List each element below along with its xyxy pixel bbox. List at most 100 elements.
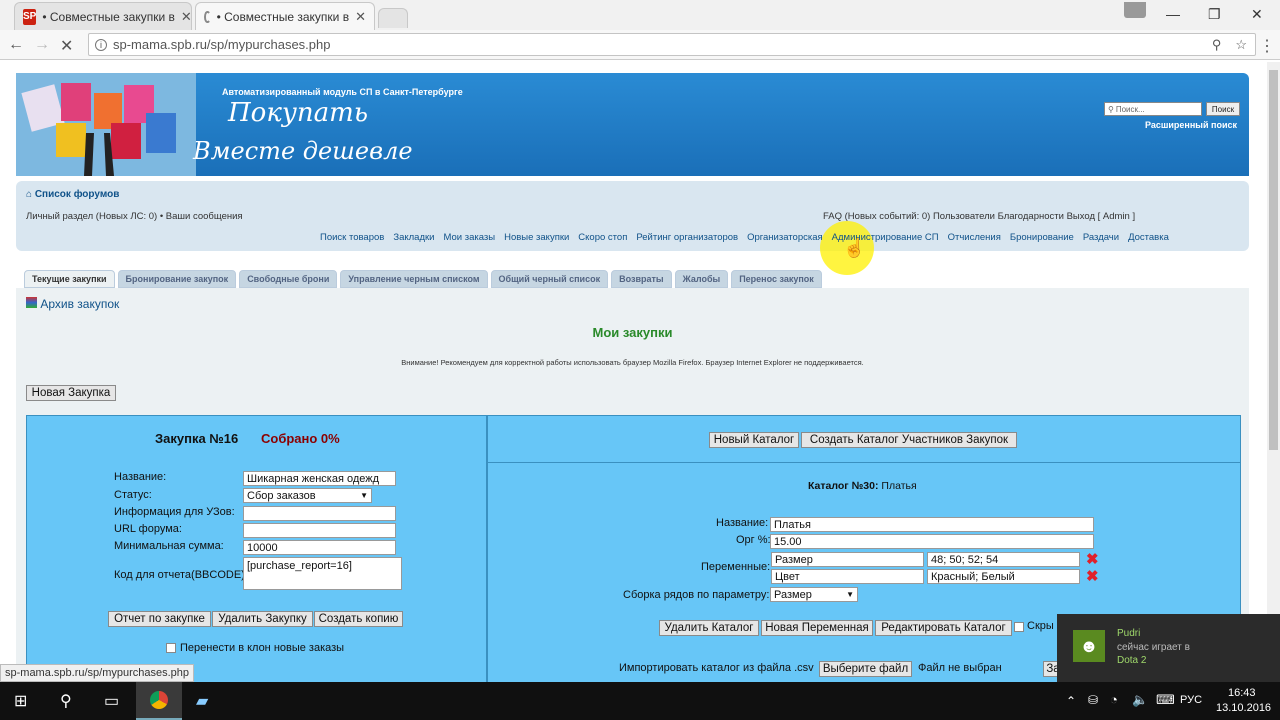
choose-file-button[interactable]: Выберите файл [819,661,912,677]
clone-checkbox-label: Перенести в клон новые заказы [180,642,345,654]
browser-tab-2[interactable]: • Совместные закупки в ✕ [195,2,375,30]
profile-icon[interactable] [1124,2,1146,18]
clone-checkbox[interactable] [166,643,176,653]
catalog-heading: Каталог №30: Платья [808,480,917,492]
nav-link-soon-stop[interactable]: Скоро стоп [578,232,627,243]
user-menu-links[interactable]: FAQ (Новых событий: 0) Пользователи Благ… [823,211,1135,222]
tab-complaints[interactable]: Жалобы [674,270,729,288]
nav-link-distribution[interactable]: Раздачи [1083,232,1119,243]
app-icon[interactable]: ▰ [196,691,208,711]
task-view-icon[interactable]: ▭ [104,691,119,711]
volume-icon[interactable]: 🔈 [1132,692,1148,708]
catalog-name-heading: Платья [881,480,917,492]
forum-list-label: Список форумов [34,189,120,200]
delete-catalog-button[interactable]: Удалить Каталог [659,620,759,636]
catalog-name-input[interactable]: Платья [770,517,1094,532]
game-notification[interactable]: ☻ Pudri сейчас играет в Dota 2 [1057,614,1280,682]
logo-line-2: Вместе дешевле [193,137,413,165]
tab-booking-purchases[interactable]: Бронирование закупок [117,270,237,288]
tab-2-label: • Совместные закупки в [216,9,350,24]
tab-blacklist-manage[interactable]: Управление черным списком [340,270,488,288]
variable-1-values-input[interactable]: 48; 50; 52; 54 [927,552,1080,567]
tray-arrow-icon[interactable]: ⌃ [1066,694,1076,708]
create-copy-button[interactable]: Создать копию [314,611,403,627]
tab-returns[interactable]: Возвраты [611,270,672,288]
language-indicator[interactable]: РУС [1180,694,1202,706]
purchase-report-button[interactable]: Отчет по закупке [108,611,211,627]
star-icon[interactable]: ☆ [1235,37,1247,53]
search-icon: ⚲ [1108,104,1114,114]
url-field[interactable]: i sp-mama.spb.ru/sp/mypurchases.php ⚲ ☆ [88,33,1256,56]
scrollbar-thumb[interactable] [1269,70,1278,450]
hide-checkbox[interactable] [1014,622,1024,632]
tab-common-blacklist[interactable]: Общий черный список [490,270,609,288]
rows-param-select[interactable]: Размер ▼ [770,587,858,602]
tab-current-purchases[interactable]: Текущие закупки [24,270,115,288]
menu-icon[interactable]: ⋮ [1259,36,1275,56]
delete-purchase-button[interactable]: Удалить Закупку [212,611,313,627]
variable-2-values-input[interactable]: Красный; Белый [927,569,1080,584]
windows-start-icon[interactable]: ⊞ [14,691,27,711]
nav-link-organizers[interactable]: Организаторская [747,232,823,243]
org-percent-label: Орг %: [736,534,771,546]
new-tab-button[interactable] [378,8,408,28]
tab-transfer-purchases[interactable]: Перенос закупок [731,270,822,288]
hand-cursor-icon: ☝ [843,238,866,258]
browser-tab-strip [0,0,1280,30]
info-input[interactable] [243,506,396,521]
status-value: Сбор заказов [247,489,316,502]
forward-icon[interactable]: → [34,36,50,54]
new-variable-button[interactable]: Новая Переменная [761,620,873,636]
variable-1-name-input[interactable]: Размер [771,552,924,567]
nav-link-deductions[interactable]: Отчисления [948,232,1001,243]
new-purchase-button[interactable]: Новая Закупка [26,385,116,401]
maximize-icon[interactable]: ❐ [1208,6,1221,23]
network-icon[interactable]: ⛁ [1088,693,1098,707]
variable-2-name-input[interactable]: Цвет [771,569,924,584]
variables-label: Переменные: [701,561,771,573]
wifi-icon[interactable]: ◔ [1110,692,1118,707]
report-code-textarea[interactable]: [purchase_report=16] [243,557,402,590]
edit-catalog-button[interactable]: Редактировать Каталог [875,620,1012,636]
zoom-icon[interactable]: ⚲ [1212,37,1222,53]
close-icon[interactable]: ✕ [181,9,191,25]
notification-line-1: сейчас играет в [1117,642,1190,653]
min-sum-input[interactable]: 10000 [243,540,396,555]
minimize-icon[interactable]: — [1166,6,1180,22]
collected-percent: Собрано 0% [261,431,340,446]
clock-date[interactable]: 13.10.2016 [1216,702,1271,714]
nav-link-my-orders[interactable]: Мои заказы [443,232,495,243]
catalog-name-label: Название: [716,517,769,529]
stop-icon[interactable]: ✕ [60,36,73,56]
window-close-icon[interactable]: ✕ [1251,6,1263,23]
clock-time[interactable]: 16:43 [1228,687,1256,699]
info-icon[interactable]: i [95,38,107,51]
keyboard-icon[interactable]: ⌨ [1156,692,1175,708]
browser-tab-1[interactable]: SP • Совместные закупки в ✕ [14,2,192,30]
back-icon[interactable]: ← [8,36,24,54]
search-button[interactable]: Поиск [1206,102,1240,116]
org-percent-input[interactable]: 15.00 [770,534,1094,549]
nav-link-new-purchases[interactable]: Новые закупки [504,232,569,243]
nav-link-organizer-rating[interactable]: Рейтинг организаторов [636,232,738,243]
tab-free-bookings[interactable]: Свободные брони [239,270,338,288]
nav-link-search-goods[interactable]: Поиск товаров [320,232,384,243]
advanced-search-link[interactable]: Расширенный поиск [1145,120,1237,130]
search-icon[interactable]: ⚲ [60,691,72,711]
delete-variable-icon[interactable]: ✖ [1086,550,1099,568]
no-file-label: Файл не выбран [918,662,1002,674]
delete-variable-icon[interactable]: ✖ [1086,567,1099,585]
forum-url-input[interactable] [243,523,396,538]
nav-link-booking[interactable]: Бронирование [1010,232,1074,243]
forum-list-link[interactable]: ⌂ Список форумов [26,189,119,200]
new-catalog-button[interactable]: Новый Каталог [709,432,799,448]
purchase-name-input[interactable]: Шикарная женская одежд [243,471,396,486]
create-members-catalog-button[interactable]: Создать Каталог Участников Закупок [801,432,1017,448]
personal-section-link[interactable]: Личный раздел (Новых ЛС: 0) • Ваши сообщ… [26,211,243,222]
nav-link-bookmarks[interactable]: Закладки [393,232,434,243]
archive-link[interactable]: Архив закупок [26,297,119,311]
nav-link-delivery[interactable]: Доставка [1128,232,1169,243]
search-input[interactable]: ⚲ Поиск... [1104,102,1202,116]
status-select[interactable]: Сбор заказов ▼ [243,488,372,503]
close-icon[interactable]: ✕ [355,9,366,25]
